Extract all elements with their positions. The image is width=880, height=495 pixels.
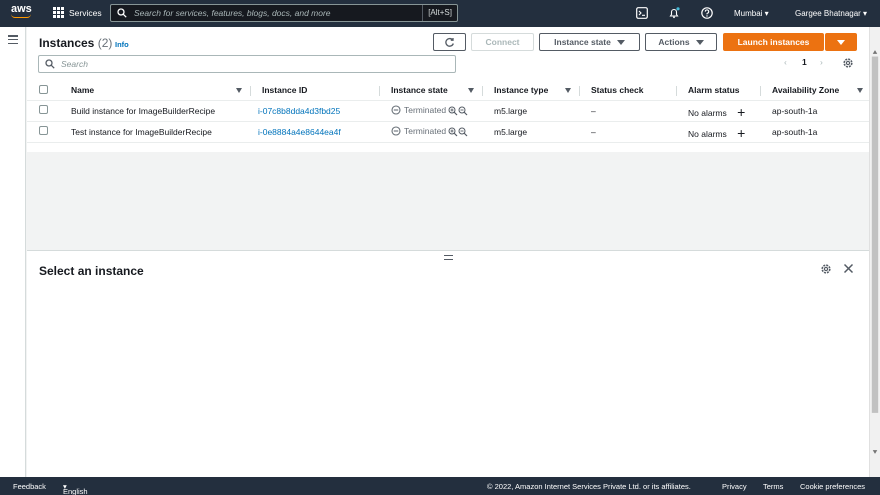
table-header-row: Name Instance ID Instance state Instance… (27, 81, 869, 101)
instance-name: Build instance for ImageBuilderRecipe (59, 100, 250, 122)
search-shortcut: [Alt+S] (422, 5, 457, 21)
vertical-scrollbar[interactable] (869, 27, 880, 477)
caret-down-icon (616, 39, 625, 45)
sort-icon (236, 88, 242, 93)
select-all-checkbox[interactable] (39, 84, 48, 94)
privacy-link[interactable]: Privacy (722, 482, 747, 491)
search-placeholder: Search for services, features, blogs, do… (134, 8, 331, 18)
refresh-button[interactable] (433, 33, 466, 51)
settings-gear-icon[interactable] (842, 57, 854, 69)
column-header-status-check[interactable]: Status check (579, 81, 676, 101)
instance-state-status: Terminated (391, 105, 446, 115)
aws-logo[interactable]: aws (11, 4, 35, 22)
cookie-preferences-link[interactable]: Cookie preferences (800, 482, 865, 491)
column-header-instance-type[interactable]: Instance type (482, 81, 579, 101)
instances-table: Name Instance ID Instance state Instance… (27, 81, 869, 143)
next-page-icon[interactable]: › (820, 57, 823, 67)
empty-table-area (27, 152, 869, 250)
page-title: Instances (2) (39, 36, 113, 50)
zoom-in-icon[interactable] (448, 127, 458, 137)
search-icon (45, 59, 55, 69)
instance-type: m5.large (482, 100, 579, 122)
zoom-in-icon[interactable] (448, 106, 458, 116)
bell-icon[interactable] (668, 7, 680, 19)
settings-gear-icon[interactable] (820, 263, 832, 275)
instances-panel: Instances (2) Info Connect Instance stat… (27, 27, 869, 178)
refresh-icon (445, 37, 454, 47)
column-header-name[interactable]: Name (59, 81, 250, 101)
instance-search-input[interactable]: Search (38, 55, 456, 73)
global-search-input[interactable]: Search for services, features, blogs, do… (110, 4, 458, 22)
zoom-out-icon[interactable] (458, 106, 468, 116)
services-menu[interactable]: Services (53, 7, 102, 18)
sort-icon (468, 88, 474, 93)
stopped-status-icon (391, 125, 401, 136)
footer: Feedback English (US) ▾ © 2022, Amazon I… (0, 477, 880, 495)
alarm-status: No alarms (688, 128, 727, 139)
instance-state-dropdown[interactable]: Instance state (539, 33, 640, 51)
add-alarm-icon[interactable]: + (737, 125, 745, 141)
launch-options-dropdown[interactable] (825, 33, 857, 51)
details-title: Select an instance (39, 264, 144, 278)
availability-zone: ap-south-1a (760, 100, 869, 122)
close-icon[interactable] (843, 263, 854, 274)
page-number[interactable]: 1 (802, 57, 807, 67)
region-selector[interactable]: Mumbai ▾ (734, 9, 769, 18)
column-header-instance-state[interactable]: Instance state (379, 81, 482, 101)
stopped-status-icon (391, 104, 401, 115)
status-check: – (579, 121, 676, 143)
launch-instances-button[interactable]: Launch instances (723, 33, 824, 51)
instance-count: (2) (97, 36, 113, 50)
instance-state-status: Terminated (391, 126, 446, 136)
table-row[interactable]: Build instance for ImageBuilderRecipe i-… (27, 100, 869, 122)
connect-button[interactable]: Connect (471, 33, 534, 51)
cloudshell-icon[interactable] (636, 7, 648, 19)
top-navigation: aws Services Search for services, featur… (0, 0, 880, 27)
sort-icon (857, 88, 863, 93)
grid-icon (53, 7, 64, 18)
account-menu[interactable]: Gargee Bhatnagar ▾ (795, 9, 867, 18)
status-check: – (579, 100, 676, 122)
row-checkbox[interactable] (39, 126, 48, 135)
services-label: Services (69, 7, 102, 18)
column-header-availability-zone[interactable]: Availability Zone (760, 81, 869, 101)
instance-id-link[interactable]: i-0e8884a4e8644ea4f (258, 127, 341, 137)
terms-link[interactable]: Terms (763, 482, 783, 491)
feedback-link[interactable]: Feedback (13, 482, 46, 491)
side-navigation-rail (0, 27, 26, 477)
resize-handle-icon[interactable] (444, 255, 453, 260)
instance-id-link[interactable]: i-07c8b8dda4d3fbd25 (258, 106, 340, 116)
availability-zone: ap-south-1a (760, 121, 869, 143)
column-header-alarm-status[interactable]: Alarm status (676, 81, 760, 101)
sort-icon (565, 88, 571, 93)
instance-details-panel: Select an instance (27, 250, 869, 477)
alarm-status: No alarms (688, 107, 727, 118)
info-link[interactable]: Info (115, 40, 129, 49)
instance-name: Test instance for ImageBuilderRecipe (59, 121, 250, 143)
language-selector[interactable]: English (US) ▾ (63, 482, 88, 495)
copyright-text: © 2022, Amazon Internet Services Private… (487, 482, 691, 491)
search-icon (117, 8, 127, 18)
caret-down-icon (695, 39, 704, 45)
select-all-checkbox-cell (27, 81, 59, 101)
help-icon[interactable] (701, 7, 713, 19)
actions-dropdown[interactable]: Actions (645, 33, 717, 51)
column-header-instance-id[interactable]: Instance ID (250, 81, 379, 101)
add-alarm-icon[interactable]: + (737, 104, 745, 120)
row-checkbox[interactable] (39, 105, 48, 114)
table-row[interactable]: Test instance for ImageBuilderRecipe i-0… (27, 121, 869, 143)
previous-page-icon[interactable]: ‹ (784, 57, 787, 67)
instance-type: m5.large (482, 121, 579, 143)
menu-icon[interactable] (8, 35, 18, 44)
zoom-out-icon[interactable] (458, 127, 468, 137)
caret-down-icon (837, 39, 845, 45)
